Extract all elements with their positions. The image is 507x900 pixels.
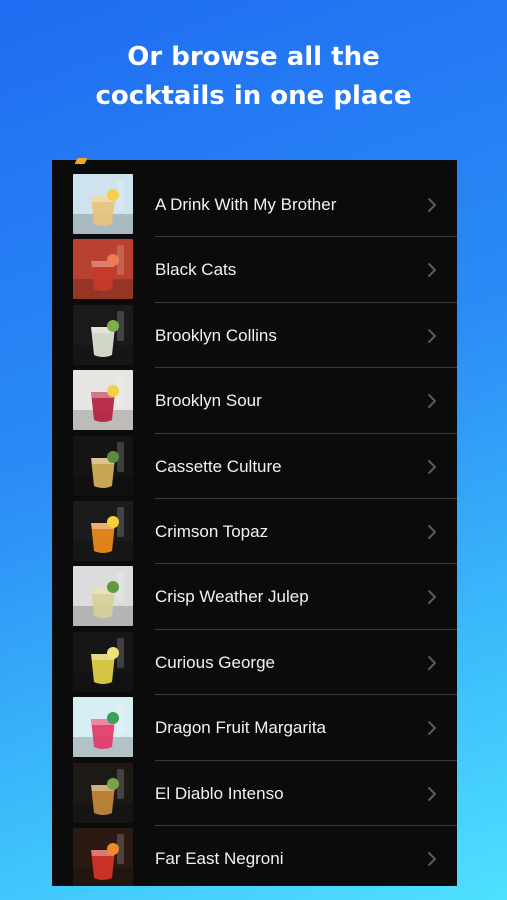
cocktail-name: Black Cats <box>155 260 237 280</box>
cocktail-row[interactable]: El Diablo Intenso <box>52 761 457 826</box>
cocktail-thumbnail <box>73 827 133 886</box>
cocktail-list[interactable]: A Drink With My Brother Black Cats Brookly… <box>52 172 457 886</box>
cocktail-row[interactable]: Far East Negroni <box>52 826 457 886</box>
chevron-right-icon <box>425 720 439 736</box>
cocktail-name: El Diablo Intenso <box>155 783 284 803</box>
cocktail-name: Crimson Topaz <box>155 521 269 541</box>
chevron-right-icon <box>425 262 439 278</box>
cocktail-row[interactable]: A Drink With My Brother <box>52 172 457 238</box>
phone-screen: A Drink With My Brother Black Cats Brookly… <box>52 160 457 886</box>
chevron-right-icon <box>425 851 439 867</box>
cocktail-thumbnail <box>73 631 133 692</box>
cocktail-thumbnail <box>73 435 133 496</box>
cocktail-thumbnail <box>73 566 133 627</box>
cocktail-name: A Drink With My Brother <box>155 195 337 214</box>
cocktail-row[interactable]: Crisp Weather Julep <box>52 564 457 630</box>
cocktail-row[interactable]: Cassette Culture <box>52 434 457 499</box>
cocktail-name: Dragon Fruit Margarita <box>155 718 327 738</box>
cocktail-thumbnail <box>73 304 133 365</box>
cocktail-thumbnail <box>73 370 133 431</box>
chevron-right-icon <box>425 197 439 213</box>
cocktail-thumbnail <box>73 239 133 300</box>
chevron-right-icon <box>425 328 439 344</box>
cocktail-name: Far East Negroni <box>155 848 284 868</box>
chevron-right-icon <box>425 589 439 605</box>
cocktail-row[interactable]: Dragon Fruit Margarita <box>52 695 457 761</box>
cocktail-row[interactable]: Black Cats <box>52 237 457 303</box>
chevron-right-icon <box>425 393 439 409</box>
cocktail-name: Brooklyn Collins <box>155 325 277 345</box>
promo-headline-line1: Or browse all the <box>127 42 380 72</box>
cocktail-row[interactable]: Crimson Topaz <box>52 499 457 565</box>
chevron-right-icon <box>425 459 439 475</box>
promo-headline-line2: cocktails in one place <box>95 81 412 111</box>
chevron-right-icon <box>425 524 439 540</box>
promo-headline: Or browse all the cocktails in one place <box>0 38 507 116</box>
cocktail-thumbnail <box>73 697 133 758</box>
cocktail-name: Cassette Culture <box>155 456 282 476</box>
cocktail-name: Crisp Weather Julep <box>155 587 309 607</box>
cocktail-row[interactable]: Brooklyn Sour <box>52 368 457 434</box>
cocktail-thumbnail <box>73 762 133 823</box>
cocktail-thumbnail <box>73 500 133 561</box>
cocktail-name: Brooklyn Sour <box>155 391 262 411</box>
cocktail-name: Curious George <box>155 652 276 672</box>
chevron-right-icon <box>425 655 439 671</box>
cocktail-thumbnail <box>73 174 133 234</box>
cocktail-row[interactable]: Curious George <box>52 630 457 696</box>
chevron-right-icon <box>425 786 439 802</box>
cocktail-row[interactable]: Brooklyn Collins <box>52 303 457 369</box>
